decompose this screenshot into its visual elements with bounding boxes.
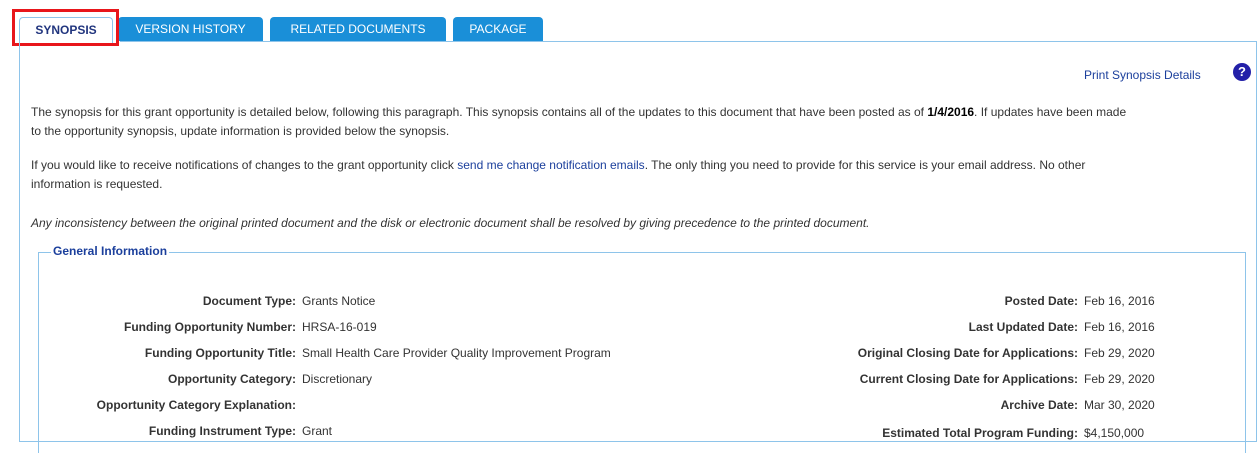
funding-opportunity-number-value: HRSA-16-019 [302,320,377,334]
last-updated-date-label: Last Updated Date: [968,320,1078,334]
general-information-section: General Information Document Type: Grant… [38,244,1246,453]
notify-paragraph: If you would like to receive notificatio… [31,156,1255,194]
help-icon[interactable]: ? [1233,63,1251,81]
original-closing-date-label: Original Closing Date for Applications: [857,346,1078,360]
intro-text-2: . If updates have been made [974,105,1127,119]
notify-text: If you would like to receive notificatio… [31,158,458,172]
funding-instrument-type-value: Grant [302,424,333,438]
tab-related-documents[interactable]: RELATED DOCUMENTS [270,17,446,41]
opportunity-category-explanation-label: Opportunity Category Explanation: [96,398,296,412]
archive-date-value: Mar 30, 2020 [1084,398,1155,412]
funding-opportunity-title-label: Funding Opportunity Title: [144,346,296,360]
archive-date-label: Archive Date: [1000,398,1078,412]
posted-date-label: Posted Date: [1004,294,1078,308]
disclaimer-text: Any inconsistency between the original p… [31,216,870,230]
document-type-label: Document Type: [202,294,296,308]
posted-date-value: Feb 16, 2016 [1084,294,1155,308]
original-closing-date-value: Feb 29, 2020 [1084,346,1155,360]
notify-text-2: . The only thing you need to provide for… [644,158,1086,172]
current-closing-date-label: Current Closing Date for Applications: [859,372,1078,386]
estimated-total-funding-value: $4,150,000 [1084,426,1145,440]
funding-opportunity-title-value: Small Health Care Provider Quality Impro… [302,346,611,360]
tab-synopsis[interactable]: SYNOPSIS [19,17,113,43]
funding-instrument-type-label: Funding Instrument Type: [148,424,296,438]
intro-text-3: to the opportunity synopsis, update info… [31,124,450,138]
tab-package[interactable]: PACKAGE [453,17,543,41]
synopsis-panel: Print Synopsis Details ? The synopsis fo… [19,42,1257,453]
notify-text-3: information is requested. [31,177,163,191]
print-synopsis-link[interactable]: Print Synopsis Details [1084,68,1201,82]
opportunity-category-label: Opportunity Category: [168,372,296,386]
opportunity-category-value: Discretionary [302,372,373,386]
last-updated-date-value: Feb 16, 2016 [1084,320,1155,334]
intro-text: The synopsis for this grant opportunity … [31,105,928,119]
document-type-value: Grants Notice [302,294,376,308]
intro-paragraph: The synopsis for this grant opportunity … [31,103,1255,141]
current-closing-date-value: Feb 29, 2020 [1084,372,1155,386]
notification-emails-link[interactable]: send me change notification emails [457,158,644,172]
estimated-total-funding-label: Estimated Total Program Funding: [882,426,1078,440]
funding-opportunity-number-label: Funding Opportunity Number: [124,320,296,334]
as-of-date: 1/4/2016 [927,105,975,119]
general-information-legend: General Information [51,244,170,258]
tab-version-history[interactable]: VERSION HISTORY [118,17,263,41]
